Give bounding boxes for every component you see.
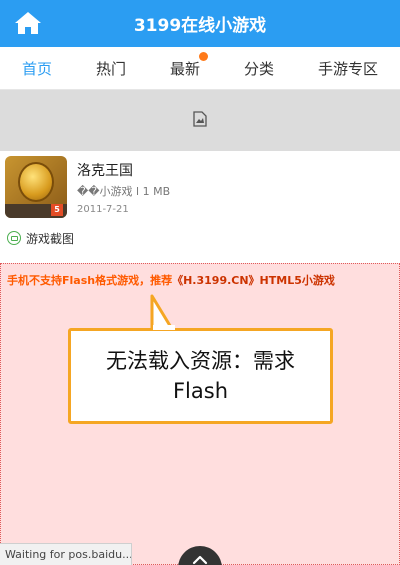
banner-ad[interactable] [0,90,400,151]
game-info-card: 5 洛克王国 ��小游戏 l 1 MB 2011-7-21 [0,151,400,223]
screenshots-link[interactable]: 游戏截图 [0,223,400,253]
screenshots-label: 游戏截图 [26,231,75,246]
flash-game-area: 手机不支持Flash格式游戏，推荐《H.3199.CN》HTML5小游戏 无法载… [0,263,400,565]
flash-error-callout: 无法载入资源：需求 Flash [68,328,333,424]
chevron-up-icon [192,550,208,565]
flash-error-line2: Flash [172,379,229,403]
flash-notice: 手机不支持Flash格式游戏，推荐《H.3199.CN》HTML5小游戏 [7,272,335,288]
game-thumbnail[interactable]: 5 [5,156,67,218]
nav-item-latest[interactable]: 最新 [164,51,208,79]
nav-item-category[interactable]: 分类 [238,58,280,79]
flash-notice-text: 手机不支持Flash格式游戏，推荐 [7,274,173,287]
picture-icon [7,231,21,245]
broken-image-icon [193,110,207,131]
nav-item-mobile-games[interactable]: 手游专区 [312,58,384,79]
coin-image [18,162,54,202]
game-meta: ��小游戏 l 1 MB [77,185,171,198]
game-title: 洛克王国 [77,163,133,179]
flash-error-line1: 无法载入资源：需求 [106,349,295,373]
app-header: 3199在线小游戏 [0,0,400,47]
nav-item-latest-label: 最新 [169,59,200,78]
html5-games-link[interactable]: 《H.3199.CN》HTML5小游戏 [172,274,335,287]
nav-item-home[interactable]: 首页 [16,58,58,79]
game-date: 2011-7-21 [77,204,129,215]
home-icon[interactable] [14,10,42,36]
nav-item-hot[interactable]: 热门 [90,58,132,79]
main-nav: 首页 热门 最新 分类 手游专区 [0,47,400,90]
site-title: 3199在线小游戏 [133,16,267,36]
new-dot-badge [199,51,208,61]
html5-badge-icon: 5 [51,204,63,216]
callout-pointer [150,294,175,330]
browser-status-bar: Waiting for pos.baidu... [0,543,132,565]
